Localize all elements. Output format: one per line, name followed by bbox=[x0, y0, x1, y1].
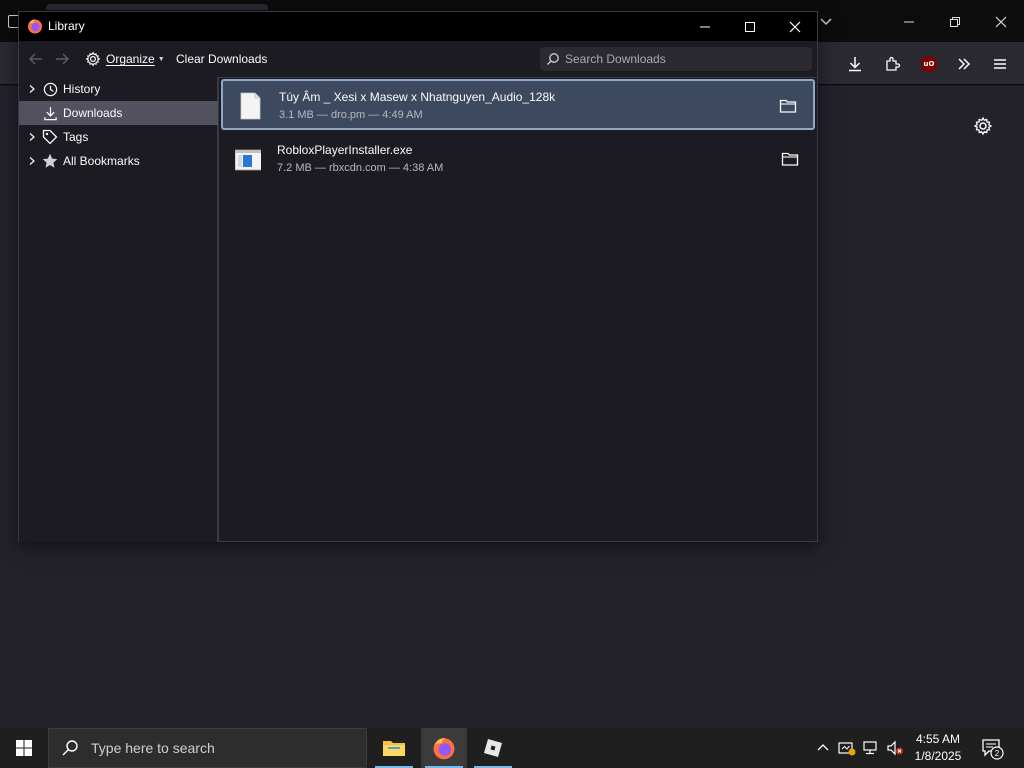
expand-chevron-icon[interactable] bbox=[27, 132, 37, 142]
sidebar-item-label: All Bookmarks bbox=[63, 154, 140, 168]
file-icon bbox=[240, 92, 261, 120]
extensions-icon[interactable] bbox=[881, 52, 905, 76]
expand-chevron-icon[interactable] bbox=[27, 156, 37, 166]
library-close-button[interactable] bbox=[772, 12, 818, 41]
back-arrow-icon[interactable] bbox=[27, 50, 45, 68]
library-toolbar: Organize ▼ Clear Downloads Search Downlo… bbox=[19, 41, 817, 77]
expand-chevron-icon[interactable] bbox=[27, 84, 37, 94]
sidebar-item-downloads[interactable]: Downloads bbox=[19, 101, 218, 125]
folder-icon[interactable] bbox=[779, 98, 797, 114]
library-window: Library Organize ▼ Clear Downloads Searc… bbox=[18, 11, 818, 542]
taskbar-search-placeholder: Type here to search bbox=[91, 740, 215, 756]
library-sidebar: History Downloads Tags All Bookmarks bbox=[19, 77, 218, 542]
clock-date: 1/8/2025 bbox=[914, 749, 962, 763]
library-maximize-button[interactable] bbox=[727, 12, 773, 41]
taskbar-clock[interactable]: 4:55 AM 1/8/2025 bbox=[906, 731, 970, 765]
gear-icon[interactable] bbox=[973, 116, 993, 136]
roblox-logo-icon bbox=[484, 739, 502, 757]
library-minimize-button[interactable] bbox=[682, 12, 728, 41]
exe-icon bbox=[235, 149, 261, 171]
windows-taskbar: Type here to search 4:55 AM 1/8/2025 2 bbox=[0, 728, 1024, 768]
search-icon bbox=[62, 740, 78, 756]
firefox-logo-icon bbox=[433, 738, 455, 760]
dropdown-arrow-icon: ▼ bbox=[157, 55, 165, 63]
browser-restore-button[interactable] bbox=[932, 8, 978, 36]
download-icon bbox=[42, 105, 58, 121]
clear-downloads-button[interactable]: Clear Downloads bbox=[176, 52, 267, 66]
clock-time: 4:55 AM bbox=[915, 732, 961, 746]
overflow-menu-icon[interactable] bbox=[952, 52, 976, 76]
firefox-logo-icon bbox=[28, 19, 42, 34]
taskbar-search-input[interactable]: Type here to search bbox=[48, 728, 367, 768]
download-filename: RobloxPlayerInstaller.exe bbox=[277, 143, 413, 157]
sidebar-item-label: History bbox=[63, 82, 101, 96]
ublock-origin-icon[interactable]: uO bbox=[917, 52, 941, 76]
browser-tab[interactable] bbox=[46, 4, 268, 10]
sidebar-item-history[interactable]: History bbox=[19, 77, 218, 101]
tag-icon bbox=[42, 129, 58, 145]
browser-minimize-button[interactable] bbox=[886, 8, 932, 36]
forward-arrow-icon[interactable] bbox=[53, 50, 71, 68]
library-titlebar: Library bbox=[19, 12, 817, 41]
downloads-list: Túy Âm _ Xesi x Masew x Nhatnguyen_Audio… bbox=[218, 77, 818, 542]
search-icon bbox=[547, 53, 559, 65]
sidebar-item-all-bookmarks[interactable]: All Bookmarks bbox=[19, 149, 218, 173]
firefox-taskbar-button[interactable] bbox=[421, 728, 467, 768]
sidebar-item-tags[interactable]: Tags bbox=[19, 125, 218, 149]
sidebar-item-label: Tags bbox=[63, 130, 89, 144]
organize-label: Organize bbox=[106, 52, 155, 66]
download-item[interactable]: Túy Âm _ Xesi x Masew x Nhatnguyen_Audio… bbox=[221, 79, 815, 130]
search-downloads-input[interactable]: Search Downloads bbox=[540, 47, 812, 71]
show-hidden-icons-chevron-icon[interactable] bbox=[814, 728, 832, 768]
browser-close-button[interactable] bbox=[978, 8, 1024, 36]
list-all-tabs-icon[interactable] bbox=[818, 13, 834, 29]
star-icon bbox=[42, 153, 58, 169]
download-filename: Túy Âm _ Xesi x Masew x Nhatnguyen_Audio… bbox=[279, 90, 556, 104]
start-button[interactable] bbox=[0, 728, 48, 768]
network-icon[interactable] bbox=[860, 728, 882, 768]
downloads-icon[interactable] bbox=[843, 52, 867, 76]
hamburger-menu-icon[interactable] bbox=[988, 52, 1012, 76]
download-meta: 7.2 MB — rbxcdn.com — 4:38 AM bbox=[277, 162, 444, 174]
notification-count: 2 bbox=[995, 749, 1000, 758]
windows-logo-icon bbox=[16, 740, 32, 756]
sidebar-item-label: Downloads bbox=[63, 106, 123, 120]
tab-overview-icon[interactable] bbox=[8, 15, 18, 28]
download-meta: 3.1 MB — dro.pm — 4:49 AM bbox=[279, 109, 423, 121]
clock-icon bbox=[42, 81, 58, 97]
roblox-taskbar-button[interactable] bbox=[470, 728, 516, 768]
search-placeholder: Search Downloads bbox=[565, 52, 666, 66]
volume-muted-icon[interactable] bbox=[884, 728, 906, 768]
library-title: Library bbox=[48, 19, 85, 33]
notification-icon: 2 bbox=[982, 739, 1004, 760]
folder-icon bbox=[383, 741, 405, 756]
security-warning-icon[interactable] bbox=[836, 728, 858, 768]
gear-icon bbox=[85, 51, 101, 67]
file-explorer-taskbar-button[interactable] bbox=[371, 728, 417, 768]
notification-center-button[interactable]: 2 bbox=[980, 736, 1004, 760]
folder-icon[interactable] bbox=[781, 151, 799, 167]
download-item[interactable]: RobloxPlayerInstaller.exe 7.2 MB — rbxcd… bbox=[221, 134, 815, 185]
organize-button[interactable]: Organize ▼ bbox=[85, 49, 165, 69]
